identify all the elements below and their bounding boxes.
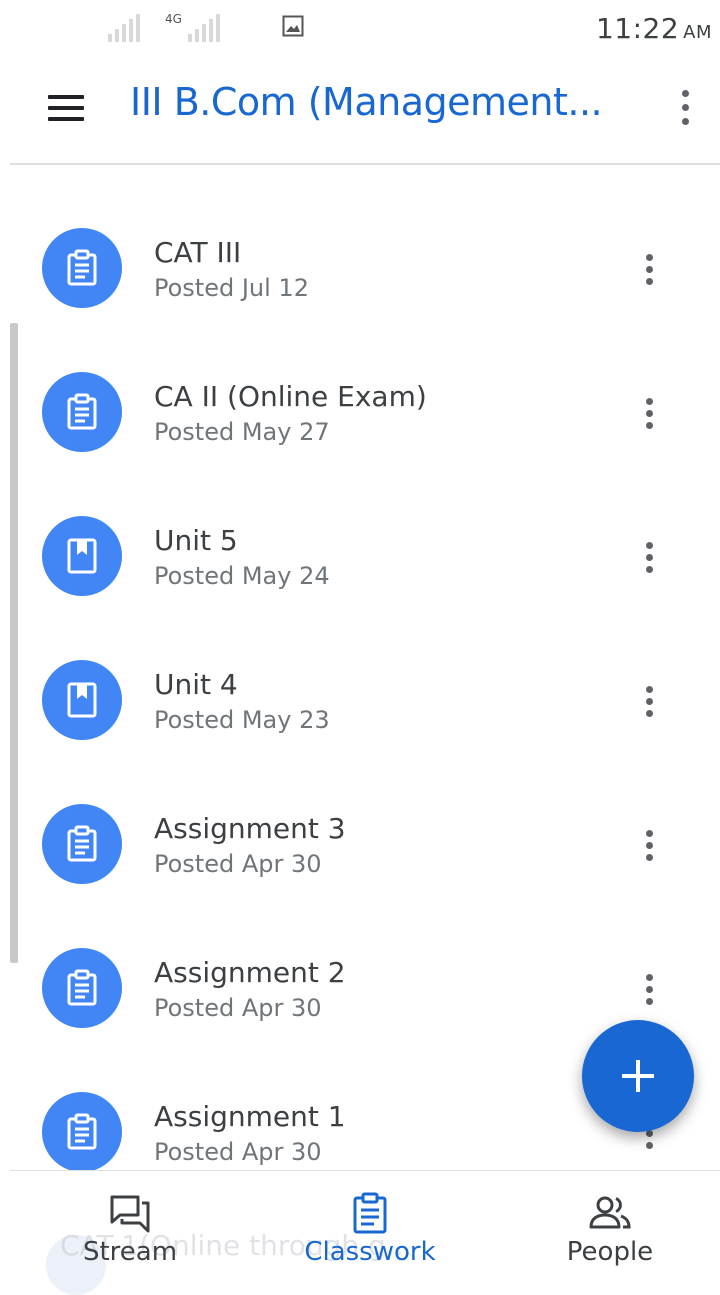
assignment-icon [42, 948, 122, 1028]
item-overflow-menu-icon[interactable] [630, 534, 670, 580]
item-overflow-menu-icon[interactable] [630, 678, 670, 724]
stream-icon [110, 1195, 150, 1233]
item-posted-date: Posted Jul 12 [154, 274, 309, 302]
item-title: CA II (Online Exam) [154, 380, 427, 413]
item-posted-date: Posted Apr 30 [154, 1138, 322, 1166]
material-icon [42, 660, 122, 740]
clock: 11:22 AM [595, 12, 712, 45]
tab-stream[interactable]: Stream [30, 1171, 230, 1278]
network-type-label: 4G [165, 12, 182, 26]
item-posted-date: Posted Apr 30 [154, 850, 322, 878]
item-overflow-menu-icon[interactable] [630, 822, 670, 868]
item-overflow-menu-icon[interactable] [630, 966, 670, 1012]
assignment-icon [42, 1092, 122, 1172]
assignment-icon [42, 228, 122, 308]
item-overflow-menu-icon[interactable] [630, 246, 670, 292]
class-title: III B.Com (Management... [130, 80, 603, 124]
classwork-item[interactable]: CAT III Posted Jul 12 [0, 200, 720, 344]
app-bar-divider [10, 163, 720, 165]
tab-people-label: People [566, 1237, 654, 1267]
gallery-notification-icon [282, 15, 304, 37]
item-title: Unit 4 [154, 668, 238, 701]
item-title: Assignment 3 [154, 812, 346, 845]
item-title: CAT III [154, 236, 242, 269]
hamburger-menu-icon[interactable] [40, 88, 92, 128]
plus-icon [622, 1060, 654, 1092]
item-title: Assignment 1 [154, 1100, 346, 1133]
tab-stream-label: Stream [82, 1237, 178, 1267]
item-posted-date: Posted Apr 30 [154, 994, 322, 1022]
assignment-icon [42, 372, 122, 452]
item-posted-date: Posted May 27 [154, 418, 330, 446]
tab-classwork[interactable]: Classwork [270, 1171, 470, 1278]
item-posted-date: Posted May 24 [154, 562, 330, 590]
people-icon [589, 1196, 631, 1229]
classwork-item[interactable]: Unit 4 Posted May 23 [0, 632, 720, 776]
create-fab-button[interactable] [582, 1020, 694, 1132]
classwork-item[interactable]: CA II (Online Exam) Posted May 27 [0, 344, 720, 488]
tab-people[interactable]: People [510, 1171, 710, 1278]
assignment-icon [42, 804, 122, 884]
overflow-menu-icon[interactable] [664, 86, 708, 130]
item-posted-date: Posted May 23 [154, 706, 330, 734]
tab-classwork-label: Classwork [304, 1237, 436, 1267]
app-bar: III B.Com (Management... [0, 58, 720, 164]
classwork-icon [353, 1192, 387, 1234]
status-bar: 4G 11:22 AM [0, 0, 720, 58]
classwork-item[interactable]: Assignment 3 Posted Apr 30 [0, 776, 720, 920]
material-icon [42, 516, 122, 596]
classwork-item[interactable]: Unit 5 Posted May 24 [0, 488, 720, 632]
signal-strength-icon [108, 14, 140, 42]
item-title: Assignment 2 [154, 956, 346, 989]
signal-strength-icon-2 [188, 14, 220, 42]
bottom-navigation: CAT-1(Online through g... Stream Classwo… [10, 1170, 720, 1295]
item-title: Unit 5 [154, 524, 238, 557]
item-overflow-menu-icon[interactable] [630, 390, 670, 436]
